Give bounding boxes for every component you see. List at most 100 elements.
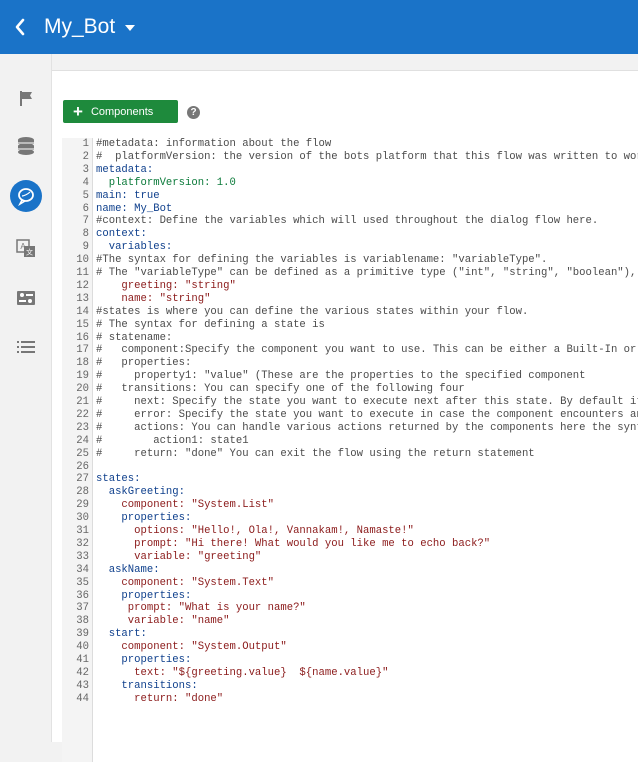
code-text: variable: "greeting" <box>96 550 262 563</box>
code-text: component: "System.Output" <box>96 641 287 654</box>
code-line: 27 states: <box>62 473 638 486</box>
line-number: 34 <box>76 563 89 576</box>
code-line: 30 properties: <box>62 512 638 525</box>
line-number: 33 <box>76 550 89 563</box>
flag-icon <box>20 91 32 106</box>
line-number: 21 <box>76 396 89 408</box>
code-line: 43 transitions: <box>62 680 638 693</box>
code-text: # return: "done" You can exit the flow u… <box>96 447 535 460</box>
line-number: 35 <box>76 576 89 589</box>
line-number: 18 <box>76 357 89 370</box>
code-text: prompt: "What is your name?" <box>96 602 306 615</box>
sidebar-item-list[interactable] <box>10 332 42 364</box>
add-components-button[interactable]: + Components <box>63 100 178 123</box>
code-text: # The "variableType" can be defined as a… <box>96 267 638 279</box>
code-text: text: "${greeting.value} ${name.value}" <box>96 666 389 679</box>
line-number: 19 <box>76 370 89 383</box>
code-line: 22 # error: Specify the state you want to… <box>62 409 638 422</box>
code-text: platformVersion: 1.0 <box>96 176 236 189</box>
code-line: 5 main: true <box>62 190 638 203</box>
code-text: # next: Specify the state you want to ex… <box>96 396 638 408</box>
code-text: transitions: <box>96 679 198 692</box>
code-line: 32 prompt: "Hi there! What would you lik… <box>62 538 638 551</box>
code-line: 3 metadata: <box>62 164 638 177</box>
line-number: 36 <box>76 589 89 602</box>
database-icon <box>18 137 34 155</box>
flow-panel: + Components ? 1 #metadata: information a… <box>52 70 638 762</box>
line-number: 39 <box>76 628 89 641</box>
code-line: 34 askName: <box>62 564 638 577</box>
chevron-left-icon <box>15 18 25 36</box>
line-number: 42 <box>76 666 89 679</box>
code-line: 41 properties: <box>62 654 638 667</box>
sidebar-item-entities[interactable] <box>10 130 42 162</box>
help-icon[interactable]: ? <box>187 106 200 119</box>
code-text: # action1: state1 <box>96 434 249 447</box>
back-button[interactable] <box>0 0 40 54</box>
sidebar-item-translation[interactable]: A文 <box>10 232 42 264</box>
code-text: name: "string" <box>96 292 211 305</box>
plus-icon: + <box>73 102 83 121</box>
line-number: 8 <box>82 228 89 241</box>
line-number: 3 <box>82 163 89 176</box>
code-line: 17 # component:Specify the component you … <box>62 344 638 357</box>
line-number: 32 <box>76 537 89 550</box>
line-number: 2 <box>82 150 89 163</box>
line-number: 25 <box>76 447 89 460</box>
line-number: 16 <box>76 331 89 344</box>
line-number: 29 <box>76 499 89 512</box>
code-text: main: true <box>96 189 160 202</box>
caret-down-icon[interactable] <box>125 25 136 31</box>
line-number: 12 <box>76 279 89 292</box>
code-text: #The syntax for defining the variables i… <box>96 254 548 267</box>
code-text: options: "Hello!, Ola!, Vannakam!, Namas… <box>96 525 414 537</box>
code-text: properties: <box>96 654 192 666</box>
code-line: 23 # actions: You can handle various acti… <box>62 422 638 435</box>
code-editor[interactable]: 1 #metadata: information about the flow 2 #… <box>62 138 638 762</box>
line-number: 20 <box>76 383 89 396</box>
code-line: 13 name: "string" <box>62 293 638 306</box>
code-line: 2 # platformVersion: the version of the b… <box>62 151 638 164</box>
sidebar-item-flows[interactable] <box>10 180 42 212</box>
code-text: # properties: <box>96 357 192 370</box>
code-text: variables: <box>96 241 173 254</box>
svg-text:文: 文 <box>26 248 33 257</box>
code-line: 12 greeting: "string" <box>62 280 638 293</box>
code-text: #context: Define the variables which wil… <box>96 215 599 228</box>
code-text: # statename: <box>96 331 173 344</box>
code-line: 38 variable: "name" <box>62 615 638 628</box>
line-number: 26 <box>76 460 89 473</box>
sidebar-item-flag[interactable] <box>10 82 42 114</box>
line-number: 44 <box>76 692 89 705</box>
line-number: 31 <box>76 525 89 537</box>
line-number: 6 <box>82 202 89 215</box>
code-line: 44 return: "done" <box>62 693 638 706</box>
line-number: 10 <box>76 254 89 267</box>
code-text: # The syntax for defining a state is <box>96 318 325 331</box>
code-line: 6 name: My_Bot <box>62 203 638 216</box>
line-number: 27 <box>76 473 89 486</box>
code-text: component: "System.List" <box>96 499 275 512</box>
code-line: 25 # return: "done" You can exit the flow… <box>62 448 638 461</box>
chat-bubble-icon <box>18 188 34 206</box>
code-text: return: "done" <box>96 692 224 705</box>
line-number: 14 <box>76 305 89 318</box>
code-text: #metadata: information about the flow <box>96 138 332 150</box>
code-text: # transitions: You can specify one of th… <box>96 383 465 396</box>
line-number: 7 <box>82 215 89 228</box>
line-number: 28 <box>76 486 89 499</box>
code-text: askGreeting: <box>96 486 186 499</box>
code-text: #states is where you can define the vari… <box>96 305 529 318</box>
sidebar-item-settings[interactable] <box>10 282 42 314</box>
code-line: 7 #context: Define the variables which wi… <box>62 215 638 228</box>
bot-title[interactable]: My_Bot <box>44 15 115 39</box>
line-number: 23 <box>76 421 89 434</box>
code-line: 26 <box>62 461 638 474</box>
line-number: 22 <box>76 408 89 421</box>
line-number: 37 <box>76 602 89 615</box>
code-line: 21 # next: Specify the state you want to … <box>62 396 638 409</box>
code-line: 14 #states is where you can define the va… <box>62 306 638 319</box>
code-text: metadata: <box>96 163 154 176</box>
code-text: # actions: You can handle various action… <box>96 421 638 434</box>
code-text: # error: Specify the state you want to e… <box>96 408 638 421</box>
